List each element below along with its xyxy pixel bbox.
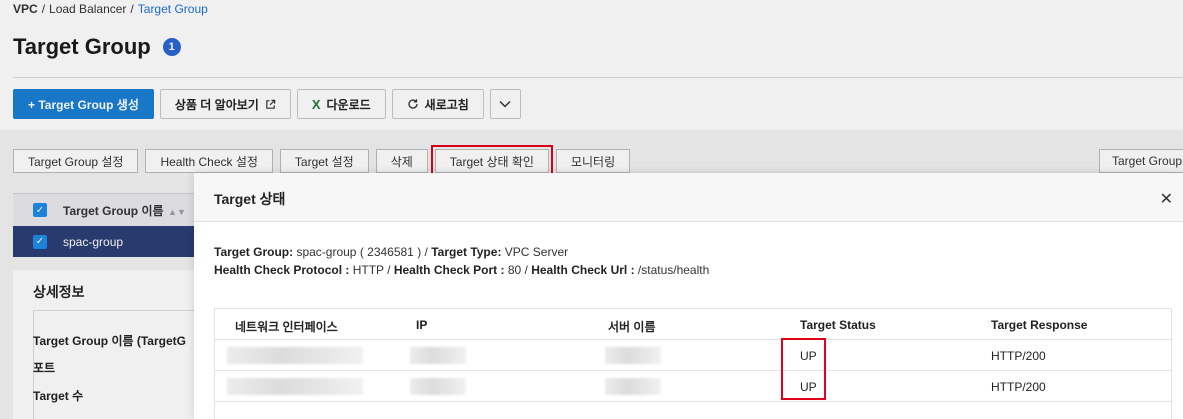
column-target-response: Target Response (991, 318, 1088, 332)
protocol-value: HTTP / (349, 263, 394, 277)
url-label: Health Check Url : (531, 263, 635, 277)
tg-label: Target Group: (214, 245, 294, 259)
target-status-modal: Target 상태 ✕ Target Group: spac-group ( 2… (194, 173, 1183, 419)
type-label: Target Type: (431, 245, 502, 259)
redacted-ip (410, 378, 466, 395)
target-status-table: 네트워크 인터페이스 IP 서버 이름 Target Status Target… (214, 308, 1173, 419)
page: VPC / Load Balancer / Target Group Targe… (0, 0, 1183, 419)
modal-header: Target 상태 ✕ (194, 173, 1183, 222)
protocol-label: Health Check Protocol : (214, 263, 350, 277)
status-highlight-box (781, 338, 826, 400)
redacted-server-name (605, 347, 661, 364)
row-response: HTTP/200 (991, 380, 1046, 394)
modal-title: Target 상태 (214, 191, 286, 207)
redacted-network-interface (227, 378, 363, 395)
health-check-info: Health Check Protocol : HTTP / Health Ch… (214, 263, 709, 277)
column-network-interface: 네트워크 인터페이스 (235, 320, 338, 334)
table-row[interactable]: UP HTTP/200 (215, 371, 1173, 402)
target-group-info: Target Group: spac-group ( 2346581 ) / T… (214, 245, 568, 259)
tg-value: spac-group ( 2346581 ) / (293, 245, 432, 259)
table-header: 네트워크 인터페이스 IP 서버 이름 Target Status Target… (215, 309, 1173, 340)
url-value: /status/health (634, 263, 710, 277)
column-server-name: 서버 이름 (608, 320, 656, 334)
redacted-network-interface (227, 347, 363, 364)
column-target-status: Target Status (800, 318, 876, 332)
row-response: HTTP/200 (991, 349, 1046, 363)
type-value: VPC Server (501, 245, 569, 259)
redacted-ip (410, 347, 466, 364)
table-row[interactable]: UP HTTP/200 (215, 340, 1173, 371)
redacted-server-name (605, 378, 661, 395)
port-label: Health Check Port : (393, 263, 505, 277)
close-icon[interactable]: ✕ (1160, 189, 1173, 209)
column-ip: IP (416, 318, 428, 332)
port-value: 80 / (504, 263, 532, 277)
